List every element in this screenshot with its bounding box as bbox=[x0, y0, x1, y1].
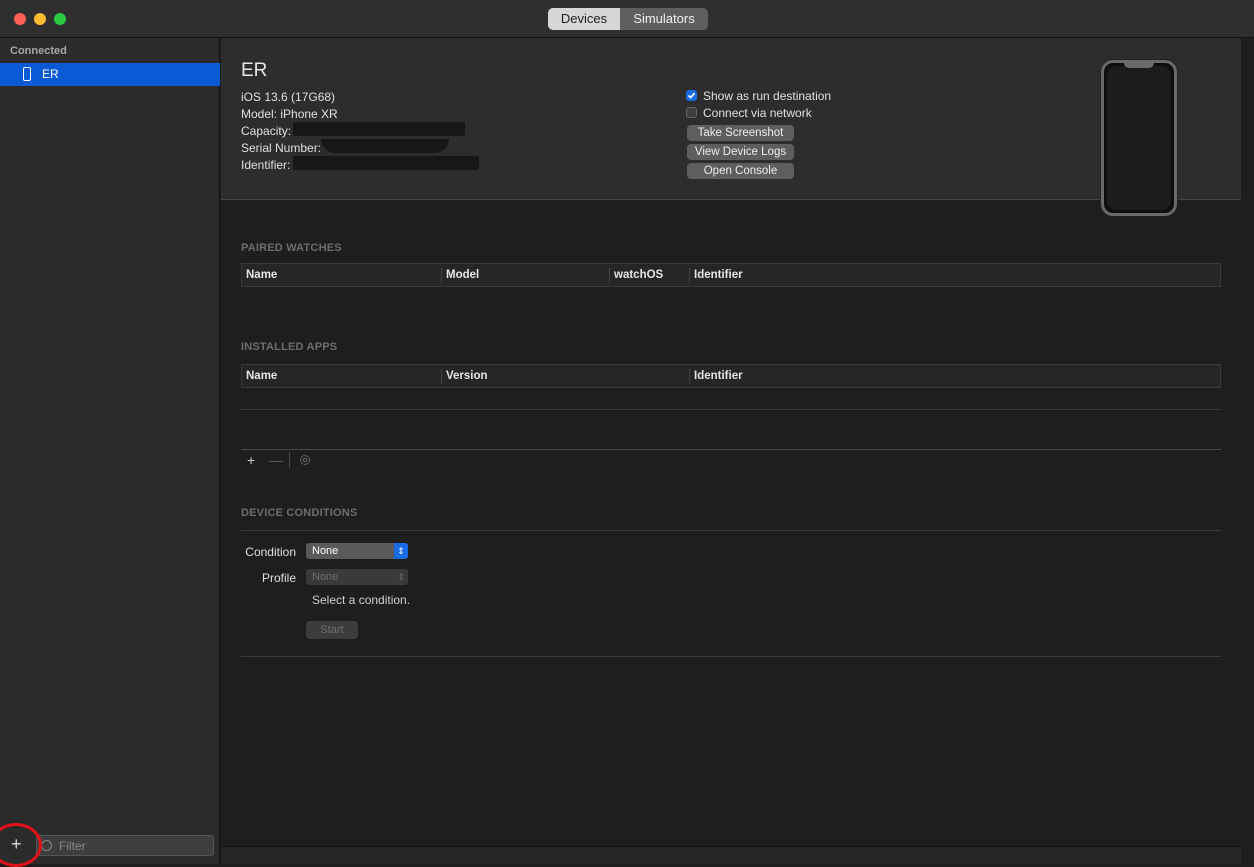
connect-via-network-checkbox[interactable] bbox=[686, 107, 697, 118]
redacted-serial bbox=[321, 139, 449, 153]
condition-select[interactable]: None ⇕ bbox=[306, 543, 408, 559]
paired-watches-title: PAIRED WATCHES bbox=[241, 242, 342, 254]
sidebar: Connected ER + Filter bbox=[0, 38, 220, 867]
title-bar: Devices Simulators bbox=[0, 0, 1254, 38]
iphone-icon bbox=[23, 67, 31, 81]
table-row-separator bbox=[241, 409, 1221, 410]
sidebar-item-label: ER bbox=[42, 67, 59, 81]
tab-simulators[interactable]: Simulators bbox=[620, 8, 708, 30]
bottom-bar bbox=[221, 846, 1241, 864]
view-device-logs-button[interactable]: View Device Logs bbox=[687, 144, 794, 160]
redacted-identifier bbox=[293, 156, 479, 170]
checkmark-icon bbox=[687, 92, 696, 99]
device-notch bbox=[1124, 63, 1154, 68]
condition-select-value: None bbox=[312, 545, 339, 557]
device-model: Model: iPhone XR bbox=[241, 107, 338, 121]
column-divider bbox=[441, 369, 442, 384]
paired-watches-table-header: Name Model watchOS Identifier bbox=[241, 263, 1221, 287]
minimize-window-button[interactable] bbox=[34, 13, 46, 25]
column-header-name[interactable]: Name bbox=[246, 370, 277, 382]
filter-icon bbox=[41, 840, 52, 851]
column-header-watchos[interactable]: watchOS bbox=[614, 269, 663, 281]
devices-simulators-segmented-control: Devices Simulators bbox=[548, 8, 708, 30]
take-screenshot-button[interactable]: Take Screenshot bbox=[687, 125, 794, 141]
sidebar-item-er[interactable]: ER bbox=[0, 63, 220, 86]
sidebar-section-header: Connected bbox=[10, 45, 67, 57]
remove-app-button[interactable]: — bbox=[269, 452, 283, 468]
section-divider bbox=[241, 530, 1221, 531]
chevron-up-down-icon: ⇕ bbox=[394, 543, 408, 559]
connect-via-network-label: Connect via network bbox=[703, 106, 812, 120]
start-button[interactable]: Start bbox=[306, 621, 358, 639]
device-serial-label: Serial Number: bbox=[241, 141, 322, 155]
section-divider bbox=[241, 656, 1221, 657]
installed-apps-title: INSTALLED APPS bbox=[241, 341, 338, 353]
add-app-button[interactable]: + bbox=[247, 452, 255, 468]
filter-placeholder: Filter bbox=[59, 839, 86, 853]
device-screen bbox=[1107, 66, 1171, 210]
device-os: iOS 13.6 (17G68) bbox=[241, 90, 336, 104]
tab-devices[interactable]: Devices bbox=[548, 8, 620, 30]
column-divider bbox=[609, 268, 610, 283]
device-capacity-label: Capacity: bbox=[241, 124, 292, 138]
device-details-content: PAIRED WATCHES Name Model watchOS Identi… bbox=[221, 200, 1241, 846]
gear-icon[interactable] bbox=[298, 453, 312, 467]
column-divider bbox=[689, 369, 690, 384]
window-edge bbox=[1241, 38, 1254, 864]
iphone-xr-image bbox=[1101, 60, 1177, 216]
device-header: ER iOS 13.6 (17G68) Model: iPhone XR Cap… bbox=[221, 38, 1241, 216]
open-console-button[interactable]: Open Console bbox=[687, 163, 794, 179]
column-header-name[interactable]: Name bbox=[246, 269, 277, 281]
chevron-up-down-icon: ⇕ bbox=[397, 572, 405, 582]
profile-select-value: None bbox=[312, 571, 339, 583]
profile-label: Profile bbox=[261, 571, 296, 585]
table-bottom-border bbox=[241, 449, 1221, 450]
show-as-run-destination-checkbox[interactable] bbox=[686, 90, 697, 101]
annotation-circle bbox=[0, 823, 42, 867]
column-divider bbox=[689, 268, 690, 283]
device-identifier-label: Identifier: bbox=[241, 158, 291, 172]
column-header-identifier[interactable]: Identifier bbox=[694, 269, 743, 281]
device-name: ER bbox=[241, 60, 268, 81]
toolbar-divider bbox=[289, 452, 290, 468]
profile-select[interactable]: None ⇕ bbox=[306, 569, 408, 585]
close-window-button[interactable] bbox=[14, 13, 26, 25]
column-header-version[interactable]: Version bbox=[446, 370, 488, 382]
redacted-capacity bbox=[293, 122, 465, 136]
installed-apps-table-header: Name Version Identifier bbox=[241, 364, 1221, 388]
column-header-identifier[interactable]: Identifier bbox=[694, 370, 743, 382]
column-divider bbox=[441, 268, 442, 283]
filter-field[interactable]: Filter bbox=[36, 835, 214, 856]
zoom-window-button[interactable] bbox=[54, 13, 66, 25]
show-as-run-destination-label: Show as run destination bbox=[703, 89, 832, 103]
device-conditions-title: DEVICE CONDITIONS bbox=[241, 507, 358, 519]
condition-label: Condition bbox=[245, 545, 296, 559]
condition-hint: Select a condition. bbox=[312, 593, 411, 607]
column-header-model[interactable]: Model bbox=[446, 269, 479, 281]
